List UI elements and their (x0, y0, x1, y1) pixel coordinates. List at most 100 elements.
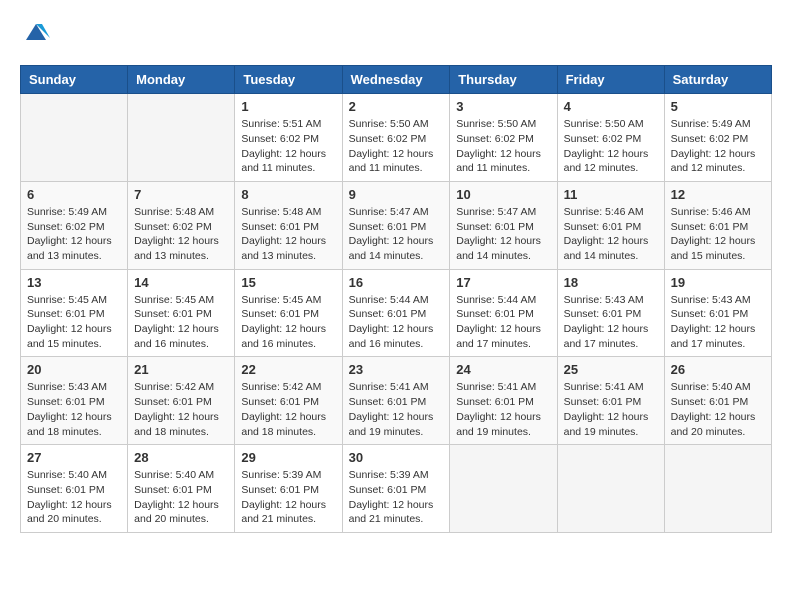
calendar-cell: 27 Sunrise: 5:40 AM Sunset: 6:01 PM Dayli… (21, 445, 128, 533)
calendar-cell: 28 Sunrise: 5:40 AM Sunset: 6:01 PM Dayli… (128, 445, 235, 533)
day-number: 30 (349, 450, 444, 465)
day-number: 8 (241, 187, 335, 202)
day-info: Sunrise: 5:47 AM Sunset: 6:01 PM Dayligh… (349, 205, 444, 264)
day-info: Sunrise: 5:41 AM Sunset: 6:01 PM Dayligh… (349, 380, 444, 439)
day-info: Sunrise: 5:42 AM Sunset: 6:01 PM Dayligh… (241, 380, 335, 439)
day-info: Sunrise: 5:46 AM Sunset: 6:01 PM Dayligh… (671, 205, 765, 264)
day-info: Sunrise: 5:50 AM Sunset: 6:02 PM Dayligh… (349, 117, 444, 176)
day-number: 12 (671, 187, 765, 202)
day-info: Sunrise: 5:43 AM Sunset: 6:01 PM Dayligh… (564, 293, 658, 352)
day-info: Sunrise: 5:50 AM Sunset: 6:02 PM Dayligh… (456, 117, 550, 176)
day-number: 4 (564, 99, 658, 114)
day-number: 2 (349, 99, 444, 114)
calendar-cell: 10Sunrise: 5:47 AM Sunset: 6:01 PM Dayli… (450, 181, 557, 269)
day-info: Sunrise: 5:45 AM Sunset: 6:01 PM Dayligh… (27, 293, 121, 352)
day-info: Sunrise: 5:46 AM Sunset: 6:01 PM Dayligh… (564, 205, 658, 264)
calendar-week-row: 1 Sunrise: 5:51 AM Sunset: 6:02 PM Daylig… (21, 94, 772, 182)
day-info: Sunrise: 5:40 AM Sunset: 6:01 PM Dayligh… (27, 468, 121, 527)
calendar-cell: 1 Sunrise: 5:51 AM Sunset: 6:02 PM Daylig… (235, 94, 342, 182)
day-of-week-header: Saturday (664, 66, 771, 94)
day-info: Sunrise: 5:51 AM Sunset: 6:02 PM Dayligh… (241, 117, 335, 176)
calendar-cell (557, 445, 664, 533)
calendar-cell (450, 445, 557, 533)
calendar-cell: 7Sunrise: 5:48 AM Sunset: 6:02 PM Daylig… (128, 181, 235, 269)
day-number: 22 (241, 362, 335, 377)
calendar-cell: 13 Sunrise: 5:45 AM Sunset: 6:01 PM Dayli… (21, 269, 128, 357)
calendar-cell: 6Sunrise: 5:49 AM Sunset: 6:02 PM Daylig… (21, 181, 128, 269)
day-info: Sunrise: 5:47 AM Sunset: 6:01 PM Dayligh… (456, 205, 550, 264)
day-info: Sunrise: 5:42 AM Sunset: 6:01 PM Dayligh… (134, 380, 228, 439)
day-info: Sunrise: 5:40 AM Sunset: 6:01 PM Dayligh… (134, 468, 228, 527)
day-number: 18 (564, 275, 658, 290)
day-number: 15 (241, 275, 335, 290)
day-number: 27 (27, 450, 121, 465)
day-number: 5 (671, 99, 765, 114)
calendar-cell: 18 Sunrise: 5:43 AM Sunset: 6:01 PM Dayli… (557, 269, 664, 357)
day-of-week-header: Monday (128, 66, 235, 94)
calendar-week-row: 27 Sunrise: 5:40 AM Sunset: 6:01 PM Dayli… (21, 445, 772, 533)
day-number: 17 (456, 275, 550, 290)
day-info: Sunrise: 5:44 AM Sunset: 6:01 PM Dayligh… (456, 293, 550, 352)
day-number: 6 (27, 187, 121, 202)
calendar-cell (664, 445, 771, 533)
day-number: 13 (27, 275, 121, 290)
calendar-cell: 19Sunrise: 5:43 AM Sunset: 6:01 PM Dayli… (664, 269, 771, 357)
day-number: 28 (134, 450, 228, 465)
day-number: 16 (349, 275, 444, 290)
day-number: 19 (671, 275, 765, 290)
day-info: Sunrise: 5:45 AM Sunset: 6:01 PM Dayligh… (134, 293, 228, 352)
calendar-cell: 11 Sunrise: 5:46 AM Sunset: 6:01 PM Dayli… (557, 181, 664, 269)
calendar-cell: 4 Sunrise: 5:50 AM Sunset: 6:02 PM Daylig… (557, 94, 664, 182)
calendar-cell: 14 Sunrise: 5:45 AM Sunset: 6:01 PM Dayli… (128, 269, 235, 357)
day-info: Sunrise: 5:39 AM Sunset: 6:01 PM Dayligh… (241, 468, 335, 527)
day-of-week-header: Sunday (21, 66, 128, 94)
calendar-cell (128, 94, 235, 182)
calendar-cell: 24 Sunrise: 5:41 AM Sunset: 6:01 PM Dayli… (450, 357, 557, 445)
day-of-week-header: Friday (557, 66, 664, 94)
day-info: Sunrise: 5:45 AM Sunset: 6:01 PM Dayligh… (241, 293, 335, 352)
calendar-cell: 23Sunrise: 5:41 AM Sunset: 6:01 PM Dayli… (342, 357, 450, 445)
calendar-cell: 20 Sunrise: 5:43 AM Sunset: 6:01 PM Dayli… (21, 357, 128, 445)
day-number: 3 (456, 99, 550, 114)
day-number: 24 (456, 362, 550, 377)
calendar-cell: 5 Sunrise: 5:49 AM Sunset: 6:02 PM Daylig… (664, 94, 771, 182)
calendar-week-row: 6Sunrise: 5:49 AM Sunset: 6:02 PM Daylig… (21, 181, 772, 269)
calendar-cell: 8 Sunrise: 5:48 AM Sunset: 6:01 PM Daylig… (235, 181, 342, 269)
day-info: Sunrise: 5:50 AM Sunset: 6:02 PM Dayligh… (564, 117, 658, 176)
calendar-cell: 30 Sunrise: 5:39 AM Sunset: 6:01 PM Dayli… (342, 445, 450, 533)
day-info: Sunrise: 5:49 AM Sunset: 6:02 PM Dayligh… (671, 117, 765, 176)
calendar-cell: 17 Sunrise: 5:44 AM Sunset: 6:01 PM Dayli… (450, 269, 557, 357)
calendar-cell: 25Sunrise: 5:41 AM Sunset: 6:01 PM Dayli… (557, 357, 664, 445)
day-info: Sunrise: 5:48 AM Sunset: 6:01 PM Dayligh… (241, 205, 335, 264)
calendar-cell: 3 Sunrise: 5:50 AM Sunset: 6:02 PM Daylig… (450, 94, 557, 182)
header (20, 20, 772, 49)
day-info: Sunrise: 5:40 AM Sunset: 6:01 PM Dayligh… (671, 380, 765, 439)
calendar-cell: 26 Sunrise: 5:40 AM Sunset: 6:01 PM Dayli… (664, 357, 771, 445)
day-number: 29 (241, 450, 335, 465)
day-number: 1 (241, 99, 335, 114)
calendar-cell: 29 Sunrise: 5:39 AM Sunset: 6:01 PM Dayli… (235, 445, 342, 533)
calendar-cell: 21Sunrise: 5:42 AM Sunset: 6:01 PM Dayli… (128, 357, 235, 445)
logo (20, 20, 50, 49)
day-info: Sunrise: 5:39 AM Sunset: 6:01 PM Dayligh… (349, 468, 444, 527)
day-number: 26 (671, 362, 765, 377)
day-number: 20 (27, 362, 121, 377)
calendar-week-row: 20 Sunrise: 5:43 AM Sunset: 6:01 PM Dayli… (21, 357, 772, 445)
day-info: Sunrise: 5:41 AM Sunset: 6:01 PM Dayligh… (456, 380, 550, 439)
day-number: 11 (564, 187, 658, 202)
day-of-week-header: Wednesday (342, 66, 450, 94)
calendar-cell: 22 Sunrise: 5:42 AM Sunset: 6:01 PM Dayli… (235, 357, 342, 445)
calendar-cell (21, 94, 128, 182)
day-number: 9 (349, 187, 444, 202)
calendar-cell: 12 Sunrise: 5:46 AM Sunset: 6:01 PM Dayli… (664, 181, 771, 269)
calendar-header-row: SundayMondayTuesdayWednesdayThursdayFrid… (21, 66, 772, 94)
day-number: 14 (134, 275, 228, 290)
day-info: Sunrise: 5:48 AM Sunset: 6:02 PM Dayligh… (134, 205, 228, 264)
calendar: SundayMondayTuesdayWednesdayThursdayFrid… (20, 65, 772, 533)
calendar-cell: 16Sunrise: 5:44 AM Sunset: 6:01 PM Dayli… (342, 269, 450, 357)
calendar-cell: 9 Sunrise: 5:47 AM Sunset: 6:01 PM Daylig… (342, 181, 450, 269)
day-info: Sunrise: 5:43 AM Sunset: 6:01 PM Dayligh… (27, 380, 121, 439)
logo-icon (22, 20, 50, 48)
day-info: Sunrise: 5:41 AM Sunset: 6:01 PM Dayligh… (564, 380, 658, 439)
calendar-cell: 15 Sunrise: 5:45 AM Sunset: 6:01 PM Dayli… (235, 269, 342, 357)
